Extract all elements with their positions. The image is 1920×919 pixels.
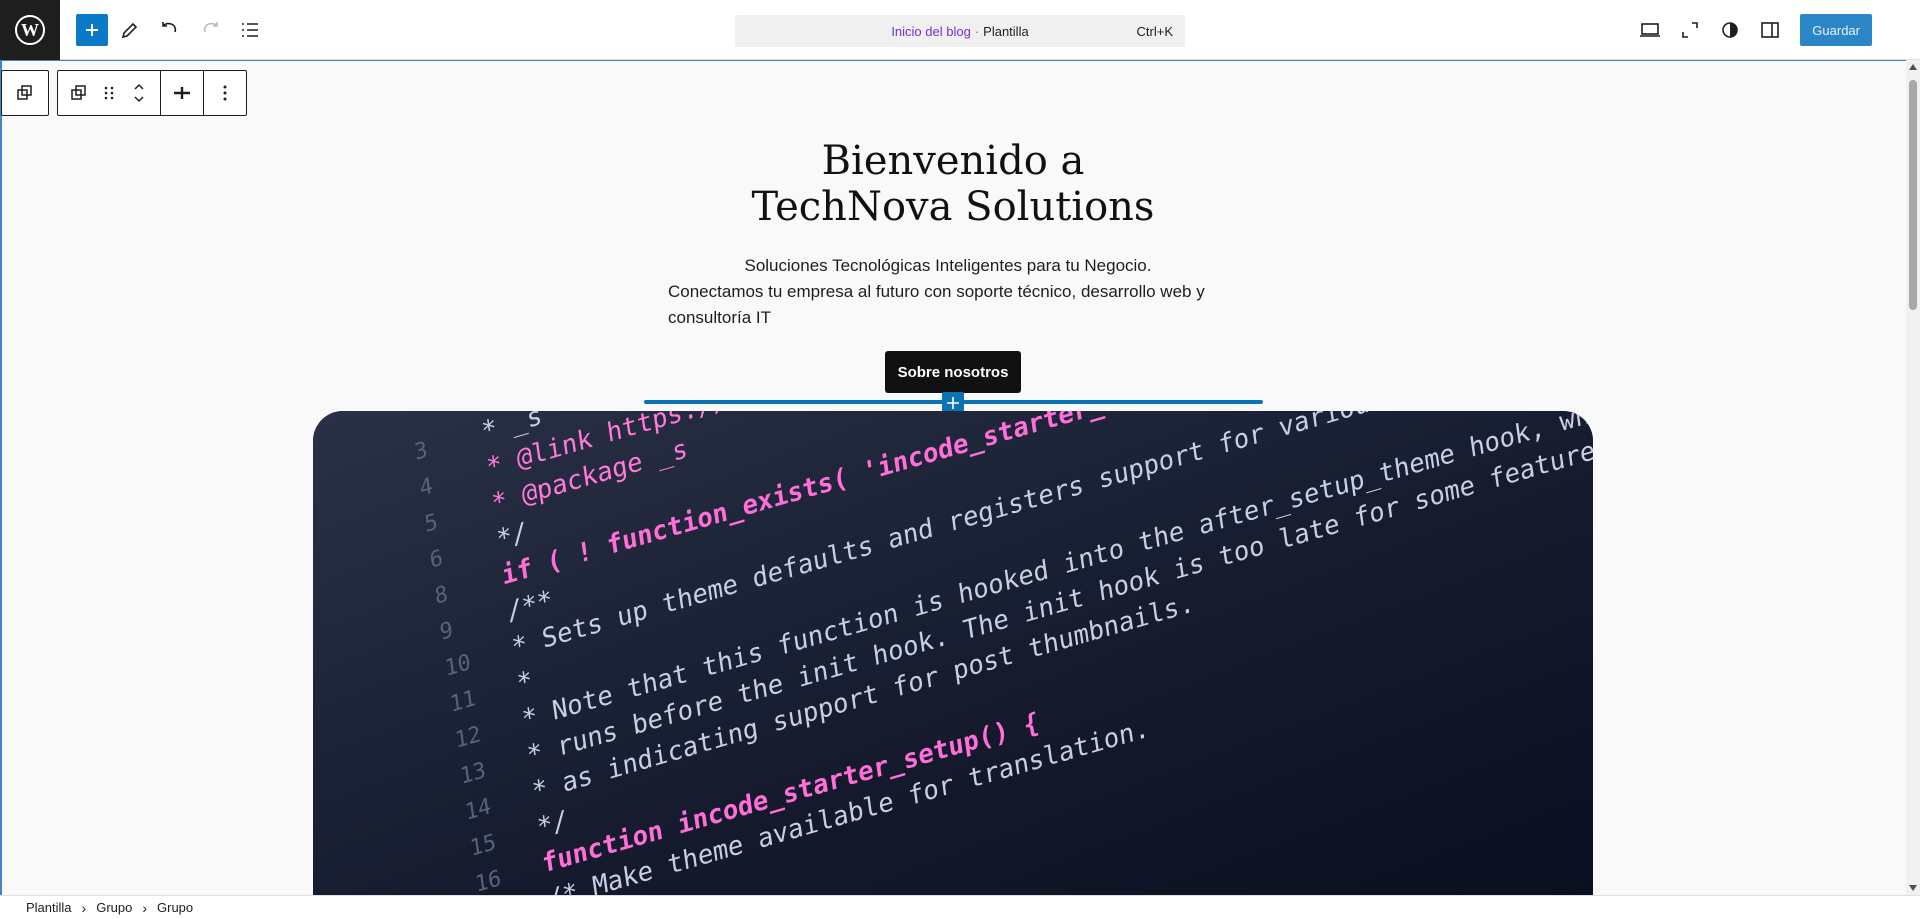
document-overview-icon[interactable] [232, 12, 268, 48]
hero-heading-text: Bienvenido a TechNova Solutions [751, 138, 1155, 230]
select-parent-block-button[interactable] [1, 70, 49, 116]
code-screenshot-image[interactable]: 3* _s4* @link https://developer5* @packa… [313, 411, 1593, 895]
fullscreen-icon[interactable] [1672, 12, 1708, 48]
edit-tool-pencil-icon[interactable] [112, 12, 148, 48]
styles-contrast-icon[interactable] [1712, 12, 1748, 48]
breadcrumb-item-grupo[interactable]: Grupo [96, 900, 132, 915]
settings-sidebar-icon[interactable] [1752, 12, 1788, 48]
chevron-right-icon: › [142, 899, 148, 916]
template-label: Plantilla [983, 23, 1029, 39]
scroll-up-arrow[interactable] [1909, 64, 1917, 70]
blog-home-link[interactable]: Inicio del blog [891, 24, 971, 39]
svg-text:W: W [21, 20, 39, 40]
hero-heading[interactable]: Bienvenido a TechNova Solutions [0, 138, 1906, 230]
breadcrumb-item-grupo-current[interactable]: Grupo [157, 900, 193, 915]
scrollbar-thumb[interactable] [1909, 80, 1917, 310]
save-button[interactable]: Guardar [1800, 14, 1872, 46]
wordpress-logo-icon[interactable]: W [0, 0, 60, 60]
document-title-bar[interactable]: Inicio del blog · Plantilla Ctrl+K [735, 15, 1185, 47]
canvas-scrollbar[interactable] [1906, 60, 1920, 895]
scroll-down-arrow[interactable] [1909, 885, 1917, 891]
undo-icon[interactable] [152, 12, 188, 48]
header-right-toolbar: Guardar [1632, 12, 1872, 48]
command-shortcut: Ctrl+K [1136, 23, 1173, 39]
about-us-button[interactable]: Sobre nosotros [885, 351, 1021, 393]
hero-paragraph[interactable]: Soluciones Tecnológicas Inteligentes par… [668, 253, 1228, 331]
block-toolbar-move-group [58, 71, 161, 115]
block-toolbar [57, 70, 247, 116]
title-separator: · [974, 23, 980, 39]
hero-paragraph-line1: Soluciones Tecnológicas Inteligentes par… [744, 256, 1152, 275]
code-image-svg: 3* _s4* @link https://developer5* @packa… [313, 411, 1593, 895]
breadcrumb-item-plantilla[interactable]: Plantilla [26, 900, 72, 915]
justify-icon[interactable] [167, 71, 197, 115]
add-block-button[interactable] [76, 13, 108, 46]
block-toolbar-align-group [161, 71, 204, 115]
block-toolbar-options-group [204, 71, 246, 115]
group-block-icon[interactable] [64, 71, 94, 115]
editor-header: W Inicio del blog · Plantilla Ctrl+K Gua… [0, 0, 1920, 60]
hero-paragraph-line2: Conectamos tu empresa al futuro con sopo… [668, 282, 1205, 327]
device-preview-icon[interactable] [1632, 12, 1668, 48]
redo-icon[interactable] [192, 12, 228, 48]
header-left-toolbar [60, 12, 268, 48]
chevron-right-icon: › [81, 899, 87, 916]
more-options-icon[interactable] [210, 71, 240, 115]
drag-handle-icon[interactable] [94, 71, 124, 115]
move-up-down-icon[interactable] [124, 71, 154, 115]
block-breadcrumb: Plantilla › Grupo › Grupo [0, 895, 1920, 919]
